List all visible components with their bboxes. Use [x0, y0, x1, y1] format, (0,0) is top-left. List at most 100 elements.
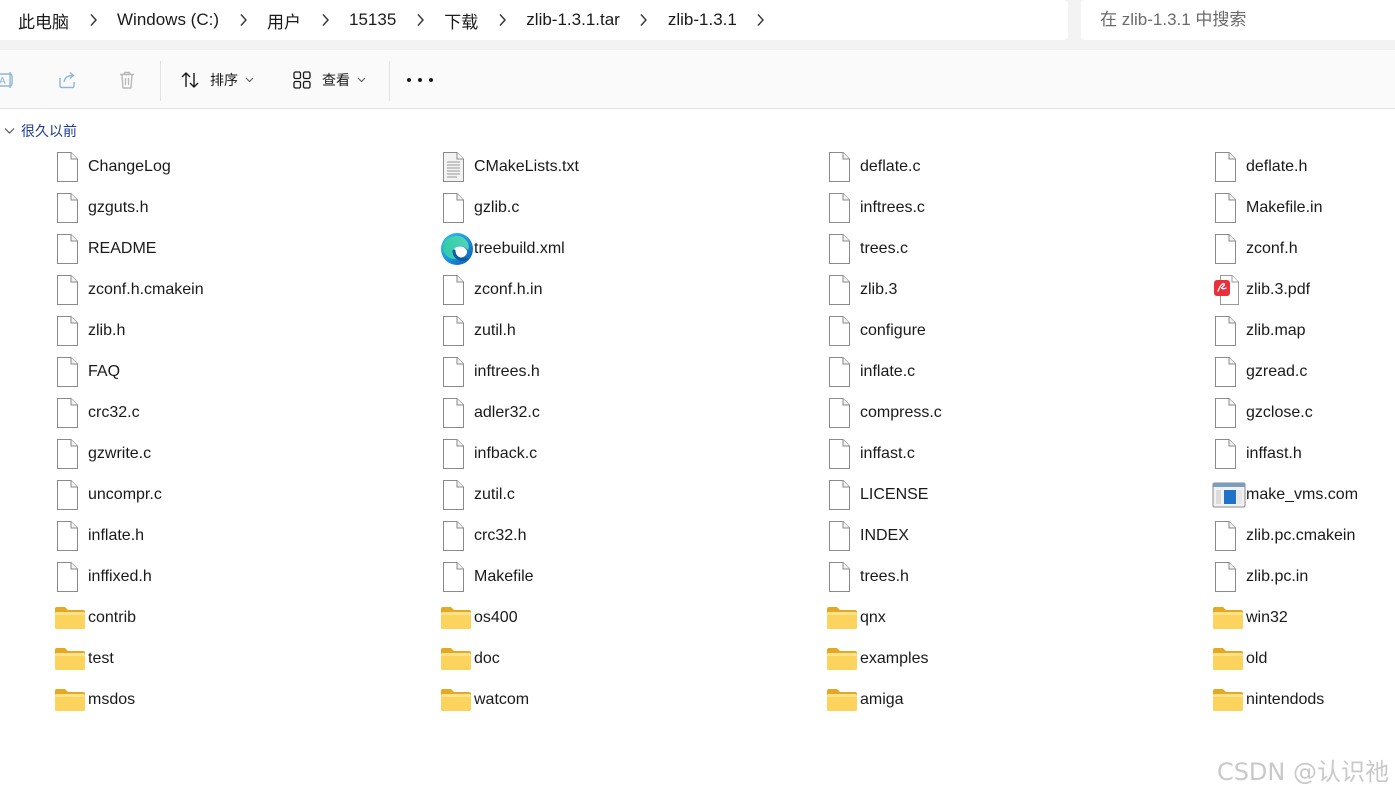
file-item[interactable]: zlib.h: [54, 313, 414, 349]
file-item[interactable]: inffast.h: [1212, 436, 1395, 472]
item-name: inftrees.h: [474, 363, 540, 380]
chevron-right-icon[interactable]: [743, 13, 779, 27]
file-item[interactable]: zconf.h.in: [440, 272, 800, 308]
chevron-right-icon[interactable]: [484, 13, 520, 27]
breadcrumb-item[interactable]: 此电脑: [0, 8, 75, 33]
chevron-right-icon[interactable]: [225, 13, 261, 27]
file-item[interactable]: configure: [826, 313, 1186, 349]
file-item[interactable]: infback.c: [440, 436, 800, 472]
file-item[interactable]: zconf.h.cmakein: [54, 272, 414, 308]
file-item[interactable]: zconf.h: [1212, 231, 1395, 267]
folder-icon: [826, 642, 860, 676]
search-box[interactable]: [1081, 0, 1395, 40]
chevron-right-icon[interactable]: [75, 13, 111, 27]
file-item[interactable]: README: [54, 231, 414, 267]
file-item[interactable]: zutil.h: [440, 313, 800, 349]
breadcrumb-item[interactable]: zlib-1.3.1: [662, 10, 743, 30]
item-name: contrib: [88, 609, 137, 626]
file-item[interactable]: LICENSE: [826, 477, 1186, 513]
file-item[interactable]: zlib.pc.cmakein: [1212, 518, 1395, 554]
chevron-right-icon[interactable]: [307, 13, 343, 27]
more-options-button[interactable]: [407, 69, 433, 91]
folder-item[interactable]: watcom: [440, 682, 800, 718]
file-item[interactable]: gzwrite.c: [54, 436, 414, 472]
file-icon: [826, 191, 860, 225]
file-item[interactable]: INDEX: [826, 518, 1186, 554]
breadcrumb-item[interactable]: 下载: [438, 8, 484, 33]
folder-icon: [1212, 683, 1246, 717]
item-name: INDEX: [860, 527, 909, 544]
file-item[interactable]: ChangeLog: [54, 149, 414, 185]
file-item[interactable]: inffast.c: [826, 436, 1186, 472]
file-icon: [54, 232, 88, 266]
file-item[interactable]: gzlib.c: [440, 190, 800, 226]
file-item[interactable]: FAQ: [54, 354, 414, 390]
file-icon: [440, 396, 474, 430]
folder-item[interactable]: win32: [1212, 600, 1395, 636]
file-icon: [826, 232, 860, 266]
folder-item[interactable]: qnx: [826, 600, 1186, 636]
file-item[interactable]: zlib.3.pdf: [1212, 272, 1395, 308]
file-item[interactable]: gzclose.c: [1212, 395, 1395, 431]
file-item[interactable]: zlib.map: [1212, 313, 1395, 349]
file-item[interactable]: inftrees.h: [440, 354, 800, 390]
breadcrumb-item[interactable]: Windows (C:): [111, 10, 225, 30]
file-item[interactable]: Makefile: [440, 559, 800, 595]
folder-item[interactable]: os400: [440, 600, 800, 636]
search-input[interactable]: [1098, 9, 1395, 31]
file-icon: [1212, 191, 1246, 225]
chevron-down-icon: [357, 77, 366, 83]
file-icon: [1212, 355, 1246, 389]
chevron-right-icon[interactable]: [402, 13, 438, 27]
folder-item[interactable]: doc: [440, 641, 800, 677]
view-grid-icon: [293, 71, 311, 89]
file-item[interactable]: gzread.c: [1212, 354, 1395, 390]
file-item[interactable]: inflate.c: [826, 354, 1186, 390]
share-icon[interactable]: [56, 69, 78, 91]
item-name: treebuild.xml: [474, 240, 565, 257]
folder-item[interactable]: msdos: [54, 682, 414, 718]
folder-item[interactable]: amiga: [826, 682, 1186, 718]
item-name: inflate.h: [88, 527, 145, 544]
file-item[interactable]: gzguts.h: [54, 190, 414, 226]
pdf-icon: [1212, 273, 1246, 307]
breadcrumb-item[interactable]: zlib-1.3.1.tar: [520, 10, 626, 30]
file-item[interactable]: trees.c: [826, 231, 1186, 267]
file-item[interactable]: deflate.h: [1212, 149, 1395, 185]
file-item[interactable]: zlib.pc.in: [1212, 559, 1395, 595]
breadcrumb[interactable]: 此电脑 Windows (C:) 用户 15135 下载 zlib-1.3.1.tar zl…: [0, 0, 1068, 40]
file-item[interactable]: CMakeLists.txt: [440, 149, 800, 185]
view-button[interactable]: 查看: [291, 65, 366, 95]
chevron-right-icon[interactable]: [626, 13, 662, 27]
file-item[interactable]: trees.h: [826, 559, 1186, 595]
sort-button[interactable]: 排序: [179, 65, 254, 95]
file-item[interactable]: adler32.c: [440, 395, 800, 431]
folder-item[interactable]: old: [1212, 641, 1395, 677]
file-item[interactable]: crc32.c: [54, 395, 414, 431]
file-item[interactable]: inflate.h: [54, 518, 414, 554]
rename-icon[interactable]: A: [0, 69, 16, 91]
file-item[interactable]: zutil.c: [440, 477, 800, 513]
breadcrumb-item[interactable]: 15135: [343, 10, 402, 30]
folder-item[interactable]: examples: [826, 641, 1186, 677]
folder-item[interactable]: contrib: [54, 600, 414, 636]
file-item[interactable]: zlib.3: [826, 272, 1186, 308]
folder-item[interactable]: nintendods: [1212, 682, 1395, 718]
folder-icon: [440, 642, 474, 676]
file-item[interactable]: uncompr.c: [54, 477, 414, 513]
group-header[interactable]: 很久以前: [4, 121, 77, 141]
file-item[interactable]: compress.c: [826, 395, 1186, 431]
item-name: zutil.c: [474, 486, 515, 503]
address-bar-area: 此电脑 Windows (C:) 用户 15135 下载 zlib-1.3.1.tar zl…: [0, 0, 1395, 50]
file-icon: [440, 437, 474, 471]
file-item[interactable]: Makefile.in: [1212, 190, 1395, 226]
delete-icon[interactable]: [116, 69, 138, 91]
file-item[interactable]: make_vms.com: [1212, 477, 1395, 513]
file-item[interactable]: treebuild.xml: [440, 231, 800, 267]
breadcrumb-item[interactable]: 用户: [261, 8, 307, 33]
folder-item[interactable]: test: [54, 641, 414, 677]
file-item[interactable]: inffixed.h: [54, 559, 414, 595]
file-item[interactable]: inftrees.c: [826, 190, 1186, 226]
file-item[interactable]: crc32.h: [440, 518, 800, 554]
file-item[interactable]: deflate.c: [826, 149, 1186, 185]
